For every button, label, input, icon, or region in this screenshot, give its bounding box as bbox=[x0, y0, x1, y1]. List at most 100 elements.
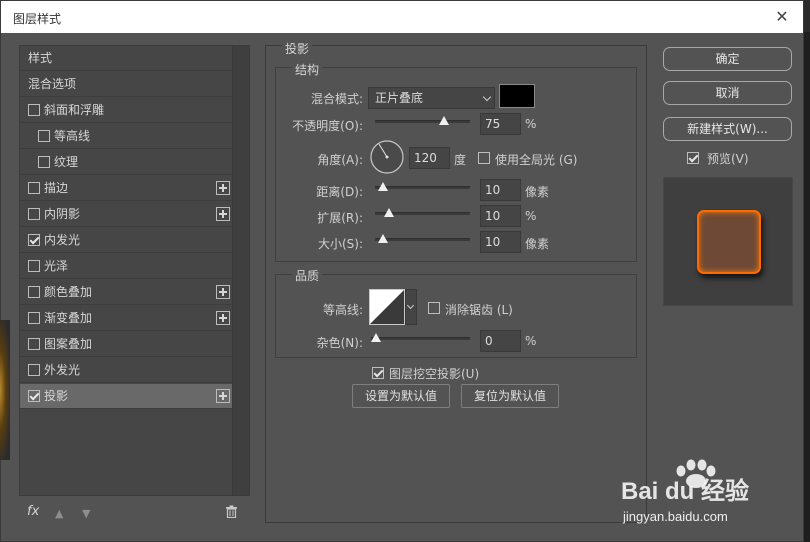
antialias-checkbox[interactable] bbox=[428, 302, 440, 314]
knockout-label: 图层挖空投影(U) bbox=[389, 367, 480, 381]
style-checkbox[interactable] bbox=[38, 156, 50, 168]
move-up-icon[interactable]: ▲ bbox=[55, 507, 63, 520]
style-list-item-label: 图案叠加 bbox=[44, 337, 93, 351]
add-effect-icon[interactable] bbox=[216, 311, 230, 325]
style-list-toolbar: fx ▲ ▼ bbox=[19, 501, 250, 525]
opacity-input[interactable]: 75 bbox=[480, 113, 521, 135]
style-list-item[interactable]: 光泽 bbox=[20, 254, 232, 279]
watermark-url: jingyan.baidu.com bbox=[623, 509, 728, 524]
new-style-button[interactable]: 新建样式(W)... bbox=[663, 117, 792, 141]
style-list-item-label: 样式 bbox=[28, 51, 53, 65]
style-list-item[interactable]: 纹理 bbox=[20, 150, 232, 175]
style-list-item[interactable]: 投影 bbox=[20, 384, 232, 409]
chevron-down-icon bbox=[482, 92, 492, 102]
shadow-color-swatch[interactable] bbox=[499, 84, 535, 108]
style-checkbox[interactable] bbox=[28, 364, 40, 376]
distance-label: 距离(D): bbox=[316, 185, 363, 199]
style-list-item[interactable]: 混合选项 bbox=[20, 72, 232, 97]
contour-preview[interactable] bbox=[369, 289, 405, 325]
distance-slider-thumb[interactable] bbox=[377, 182, 388, 191]
distance-input[interactable]: 10 bbox=[480, 179, 521, 201]
cancel-button[interactable]: 取消 bbox=[663, 81, 792, 105]
opacity-slider-thumb[interactable] bbox=[438, 116, 449, 125]
style-list-item-label: 内阴影 bbox=[44, 207, 81, 221]
style-list-item[interactable]: 图案叠加 bbox=[20, 332, 232, 357]
antialias-label: 消除锯齿 (L) bbox=[445, 303, 513, 317]
spread-input[interactable]: 10 bbox=[480, 205, 521, 227]
style-list-item[interactable]: 外发光 bbox=[20, 358, 232, 383]
angle-label: 角度(A): bbox=[317, 153, 363, 167]
panel-title: 投影 bbox=[282, 40, 313, 57]
preview-thumbnail bbox=[697, 210, 761, 274]
style-list-item-label: 光泽 bbox=[44, 259, 69, 273]
angle-unit: 度 bbox=[454, 153, 467, 167]
style-checkbox[interactable] bbox=[28, 182, 40, 194]
style-list-item[interactable]: 描边 bbox=[20, 176, 232, 201]
opacity-label: 不透明度(O): bbox=[292, 119, 363, 133]
style-checkbox[interactable] bbox=[28, 260, 40, 272]
style-list-scrollbar[interactable] bbox=[232, 46, 249, 495]
style-checkbox[interactable] bbox=[28, 234, 40, 246]
blend-mode-value: 正片叠底 bbox=[375, 91, 424, 105]
add-effect-icon[interactable] bbox=[216, 389, 230, 403]
style-checkbox[interactable] bbox=[28, 208, 40, 220]
noise-slider-thumb[interactable] bbox=[371, 333, 381, 342]
preview-checkbox[interactable] bbox=[687, 152, 699, 164]
noise-input[interactable]: 0 bbox=[480, 330, 521, 352]
opacity-unit: % bbox=[525, 117, 537, 131]
style-checkbox[interactable] bbox=[28, 338, 40, 350]
style-list-item-label: 混合选项 bbox=[28, 77, 77, 91]
trash-icon[interactable] bbox=[225, 505, 238, 518]
style-list-item[interactable]: 颜色叠加 bbox=[20, 280, 232, 305]
reset-default-button[interactable]: 复位为默认值 bbox=[461, 384, 559, 408]
size-label: 大小(S): bbox=[317, 237, 363, 251]
add-effect-icon[interactable] bbox=[216, 181, 230, 195]
size-slider-thumb[interactable] bbox=[378, 234, 389, 243]
style-checkbox[interactable] bbox=[38, 130, 50, 142]
style-checkbox[interactable] bbox=[28, 390, 40, 402]
style-checkbox[interactable] bbox=[28, 104, 40, 116]
noise-unit: % bbox=[525, 334, 537, 348]
style-list-item[interactable]: 等高线 bbox=[20, 124, 232, 149]
angle-input[interactable]: 120 bbox=[409, 147, 450, 169]
style-list-item-label: 颜色叠加 bbox=[44, 285, 93, 299]
spread-slider-thumb[interactable] bbox=[383, 208, 394, 217]
style-preview bbox=[663, 177, 793, 306]
style-list-item-label: 等高线 bbox=[54, 129, 91, 143]
add-effect-icon[interactable] bbox=[216, 285, 230, 299]
knockout-checkbox[interactable] bbox=[372, 367, 384, 379]
move-down-icon[interactable]: ▼ bbox=[82, 507, 90, 520]
style-list-item[interactable]: 斜面和浮雕 bbox=[20, 98, 232, 123]
style-list-item-label: 投影 bbox=[44, 389, 69, 403]
preview-label: 预览(V) bbox=[707, 152, 749, 166]
style-list-item[interactable]: 内发光 bbox=[20, 228, 232, 253]
global-light-checkbox[interactable] bbox=[478, 152, 490, 164]
watermark: Bai du 经验 jingyan.baidu.com bbox=[621, 459, 771, 539]
add-effect-icon[interactable] bbox=[216, 207, 230, 221]
size-slider[interactable] bbox=[375, 234, 470, 243]
noise-slider[interactable] bbox=[371, 333, 470, 342]
style-list-item[interactable]: 内阴影 bbox=[20, 202, 232, 227]
opacity-slider[interactable] bbox=[375, 116, 470, 125]
blend-mode-select[interactable]: 正片叠底 bbox=[368, 87, 495, 109]
style-checkbox[interactable] bbox=[28, 312, 40, 324]
close-icon[interactable]: ✕ bbox=[771, 6, 793, 28]
style-list: 样式混合选项斜面和浮雕等高线纹理 描边内阴影内发光光泽颜色叠加渐变叠加图案叠加外发… bbox=[19, 45, 250, 496]
set-default-button[interactable]: 设置为默认值 bbox=[352, 384, 450, 408]
style-checkbox[interactable] bbox=[28, 286, 40, 298]
spread-slider[interactable] bbox=[375, 208, 470, 217]
title-bar: 图层样式 ✕ bbox=[1, 1, 803, 33]
spread-label: 扩展(R): bbox=[317, 211, 363, 225]
contour-label: 等高线: bbox=[322, 303, 363, 317]
size-input[interactable]: 10 bbox=[480, 231, 521, 253]
fx-button[interactable]: fx bbox=[27, 504, 39, 519]
style-list-item[interactable]: 样式 bbox=[20, 46, 232, 71]
angle-dial[interactable] bbox=[369, 139, 405, 175]
ok-button[interactable]: 确定 bbox=[663, 47, 792, 71]
contour-dropdown[interactable] bbox=[405, 289, 417, 325]
distance-slider[interactable] bbox=[375, 182, 470, 191]
style-list-item[interactable]: 渐变叠加 bbox=[20, 306, 232, 331]
style-list-item-label: 内发光 bbox=[44, 233, 81, 247]
global-light-label: 使用全局光 (G) bbox=[495, 153, 578, 167]
structure-title: 结构 bbox=[292, 61, 323, 78]
